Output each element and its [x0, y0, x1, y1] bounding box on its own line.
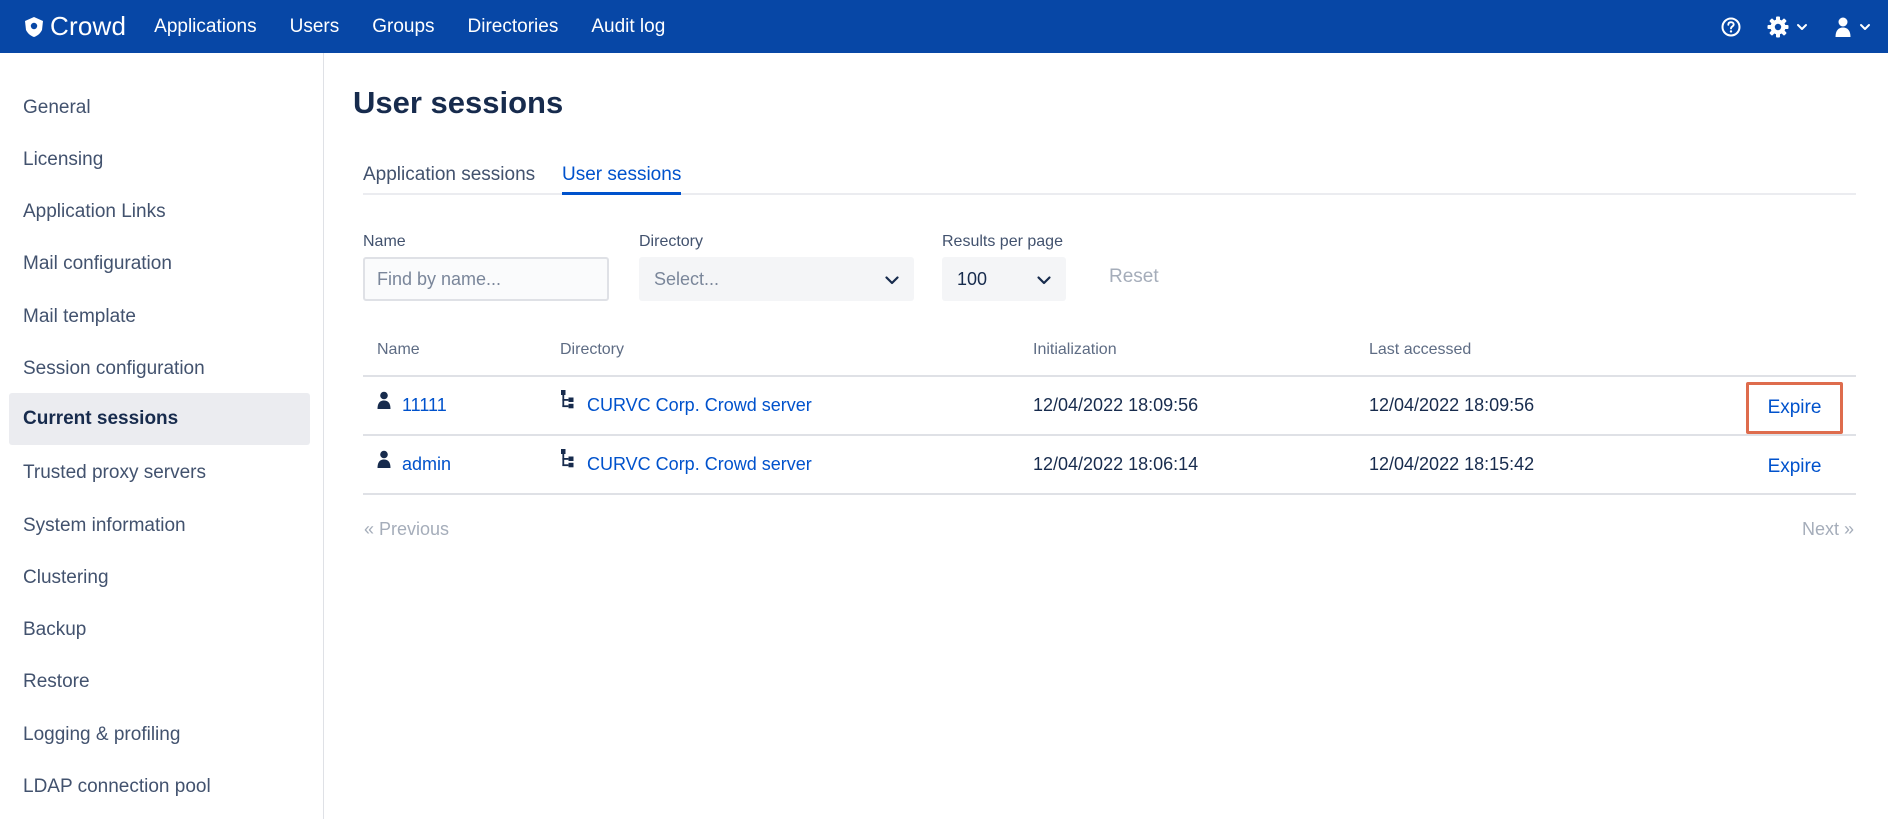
directory-filter-label: Directory: [639, 233, 704, 250]
session-tabs: Application sessions User sessions: [363, 53, 1856, 195]
sidebar-item-clustering[interactable]: Clustering: [9, 552, 310, 604]
user-icon: [377, 391, 391, 409]
session-user-link[interactable]: admin: [402, 454, 451, 475]
crowd-logo-icon: [25, 16, 43, 37]
settings-sidebar: General Licensing Application Links Mail…: [0, 53, 324, 819]
sidebar-item-mail-template[interactable]: Mail template: [9, 291, 310, 343]
app-name: Crowd: [50, 11, 127, 41]
sidebar-item-current-sessions[interactable]: Current sessions: [9, 393, 310, 445]
reset-button[interactable]: Reset: [1109, 266, 1159, 288]
name-filter-label: Name: [363, 233, 406, 250]
help-icon: [1721, 17, 1741, 36]
user-menu[interactable]: [1833, 16, 1872, 38]
sidebar-item-application-links[interactable]: Application Links: [9, 186, 310, 238]
directory-select-value: Select...: [654, 268, 720, 289]
session-directory: CURVC Corp. Crowd server: [560, 389, 812, 416]
sidebar-item-trusted-proxy-servers[interactable]: Trusted proxy servers: [9, 447, 310, 499]
chevron-down-icon: [1797, 23, 1807, 30]
sidebar-item-session-configuration[interactable]: Session configuration: [9, 343, 310, 395]
nav-applications[interactable]: Applications: [154, 16, 256, 38]
session-directory-link[interactable]: CURVC Corp. Crowd server: [587, 395, 812, 416]
user-icon: [377, 450, 391, 468]
sidebar-item-licensing[interactable]: Licensing: [9, 134, 310, 186]
sessions-table-header: Name Directory Initialization Last acces…: [363, 329, 1856, 377]
sidebar-item-general[interactable]: General: [9, 82, 310, 134]
crowd-logo[interactable]: Crowd: [22, 11, 126, 42]
results-per-page-label: Results per page: [942, 233, 1063, 250]
sidebar-item-system-information[interactable]: System information: [9, 500, 310, 552]
sidebar-item-logging-profiling[interactable]: Logging & profiling: [9, 709, 310, 761]
session-user: admin: [377, 450, 451, 475]
nav-audit-log[interactable]: Audit log: [591, 16, 665, 38]
directory-tree-icon: [561, 389, 574, 408]
session-last-accessed: 12/04/2022 18:15:42: [1369, 454, 1535, 474]
settings-menu[interactable]: [1766, 15, 1809, 39]
column-header-directory[interactable]: Directory: [560, 341, 624, 359]
nav-directories[interactable]: Directories: [468, 16, 559, 38]
results-per-page-select[interactable]: 100: [942, 257, 1066, 301]
session-user: 11111: [377, 391, 447, 416]
session-initialization: 12/04/2022 18:06:14: [1033, 454, 1199, 474]
session-initialization: 12/04/2022 18:09:56: [1033, 395, 1199, 415]
table-row: 11111 CURVC Corp. Crowd server 12/04/202…: [363, 377, 1856, 436]
sidebar-item-mail-configuration[interactable]: Mail configuration: [9, 238, 310, 290]
session-directory: CURVC Corp. Crowd server: [560, 448, 812, 475]
help-button[interactable]: [1720, 16, 1742, 38]
name-search-input[interactable]: [363, 257, 609, 301]
column-header-last-accessed[interactable]: Last accessed: [1369, 341, 1471, 359]
top-nav: Applications Users Groups Directories Au…: [154, 16, 698, 38]
results-per-page-value: 100: [957, 268, 988, 289]
column-header-initialization[interactable]: Initialization: [1033, 341, 1117, 359]
sidebar-item-ldap-connection-pool[interactable]: LDAP connection pool: [9, 761, 310, 813]
user-icon: [1835, 17, 1851, 37]
top-right-actions: [1696, 0, 1872, 53]
session-directory-link[interactable]: CURVC Corp. Crowd server: [587, 454, 812, 475]
sidebar-item-restore[interactable]: Restore: [9, 656, 310, 708]
sidebar-item-backup[interactable]: Backup: [9, 604, 310, 656]
nav-users[interactable]: Users: [290, 16, 340, 38]
expire-session-button[interactable]: Expire: [1746, 441, 1843, 493]
top-navigation-bar: Crowd Applications Users Groups Director…: [0, 0, 1888, 53]
expire-session-button[interactable]: Expire: [1746, 382, 1843, 434]
gear-icon: [1767, 16, 1789, 37]
column-header-name[interactable]: Name: [377, 341, 420, 359]
directory-select[interactable]: Select...: [639, 257, 914, 301]
previous-page-link[interactable]: « Previous: [364, 519, 449, 540]
directory-tree-icon: [561, 448, 574, 467]
chevron-down-icon: [1860, 23, 1870, 30]
chevron-down-icon: [885, 276, 899, 285]
session-last-accessed: 12/04/2022 18:09:56: [1369, 395, 1535, 415]
next-page-link[interactable]: Next »: [1802, 519, 1854, 540]
table-row: admin CURVC Corp. Crowd server 12/04/202…: [363, 436, 1856, 495]
chevron-down-icon: [1037, 276, 1051, 285]
nav-groups[interactable]: Groups: [372, 16, 434, 38]
session-user-link[interactable]: 11111: [402, 395, 447, 416]
